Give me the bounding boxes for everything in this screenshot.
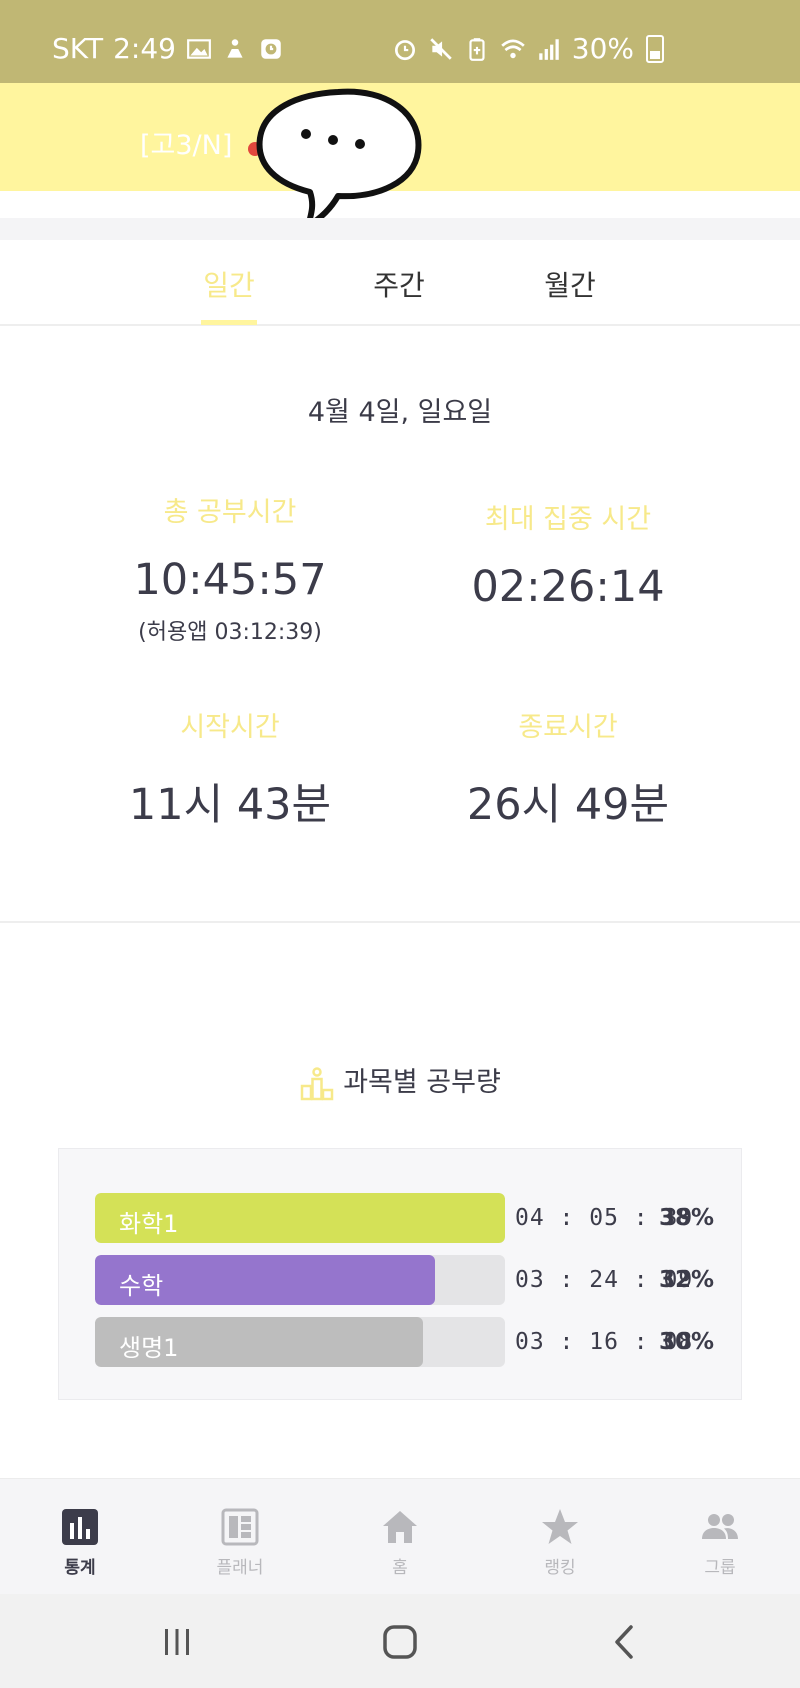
wifi-icon xyxy=(501,39,525,58)
subject-row[interactable]: 화학1 04 : 05 : 39 38% xyxy=(95,1193,715,1245)
sport-icon xyxy=(227,38,243,58)
allowed-app-time: (허용앱 03:12:39) xyxy=(138,620,322,645)
battery-percent: 30% xyxy=(571,32,634,65)
subject-title-text: 과목별 공부량 xyxy=(343,1067,501,1098)
subject-row[interactable]: 수학 03 : 24 : 09 32% xyxy=(95,1255,715,1307)
clock-label: 2:49 xyxy=(113,32,176,65)
mute-icon xyxy=(430,37,452,60)
max-focus-label: 최대 집중 시간 xyxy=(484,504,652,535)
nav-label: 랭킹 xyxy=(544,1558,576,1578)
start-time-value: 11시 43분 xyxy=(128,780,332,830)
max-focus-value: 02:26:14 xyxy=(471,562,665,612)
clock-badge-icon xyxy=(261,38,281,59)
star-icon xyxy=(542,1509,578,1544)
group-icon xyxy=(702,1514,738,1539)
planner-icon xyxy=(221,1508,259,1546)
nav-label: 그룹 xyxy=(704,1558,736,1578)
alarm-icon xyxy=(394,39,415,60)
nav-ranking[interactable]: 랭킹 xyxy=(505,1507,615,1578)
nav-planner[interactable]: 플래너 xyxy=(185,1507,295,1578)
subject-section-title: 과목별 공부량 xyxy=(0,1060,800,1102)
section-spacer xyxy=(0,218,800,240)
nav-label: 홈 xyxy=(392,1558,408,1578)
total-study-value: 10:45:57 xyxy=(133,555,327,605)
end-time-value: 26시 49분 xyxy=(466,780,670,830)
subject-percent: 38% xyxy=(659,1205,715,1231)
battery-saver-icon xyxy=(469,37,485,61)
subject-breakdown-card: 화학1 04 : 05 : 39 38% 수학 03 : 24 : 09 32%… xyxy=(58,1148,742,1400)
tab-daily[interactable]: 일간 xyxy=(179,264,279,304)
recent-apps-icon[interactable] xyxy=(157,1622,197,1662)
nav-home[interactable]: 홈 xyxy=(345,1507,455,1578)
status-bar: SKT 2:49 30% xyxy=(0,0,800,83)
back-icon[interactable] xyxy=(605,1622,645,1662)
speech-bubble-sticker xyxy=(256,88,422,229)
gallery-icon xyxy=(187,38,211,59)
end-time-label: 종료시간 xyxy=(518,712,618,743)
start-time-label: 시작시간 xyxy=(180,712,280,743)
subject-percent: 30% xyxy=(659,1329,715,1355)
period-tabs: 일간 주간 월간 xyxy=(0,240,800,326)
home-button-icon[interactable] xyxy=(380,1622,420,1662)
podium-icon xyxy=(300,1066,334,1100)
subject-percent: 32% xyxy=(659,1267,715,1293)
subject-name: 생명1 xyxy=(119,1334,179,1362)
nav-stats[interactable]: 통계 xyxy=(25,1507,135,1578)
date-label: 4월 4일, 일요일 xyxy=(307,397,493,428)
subject-name: 화학1 xyxy=(119,1210,179,1238)
section-divider xyxy=(0,921,800,923)
group-title[interactable]: [고3/N] xyxy=(140,123,232,162)
nav-label: 플래너 xyxy=(216,1558,264,1578)
status-right: 30% xyxy=(392,32,664,65)
status-left: SKT 2:49 xyxy=(52,32,284,65)
carrier-label: SKT xyxy=(52,32,104,65)
home-icon xyxy=(383,1511,417,1543)
nav-group[interactable]: 그룹 xyxy=(665,1507,775,1578)
tab-weekly[interactable]: 주간 xyxy=(349,264,449,304)
bottom-nav: 통계 플래너 홈 랭킹 그룹 xyxy=(0,1478,800,1594)
tab-monthly[interactable]: 월간 xyxy=(520,264,620,304)
battery-icon xyxy=(646,34,664,63)
subject-row[interactable]: 생명1 03 : 16 : 08 30% xyxy=(95,1317,715,1369)
signal-icon xyxy=(539,38,559,60)
subject-name: 수학 xyxy=(119,1272,164,1300)
bar-chart-icon xyxy=(62,1509,98,1545)
active-tab-indicator xyxy=(201,320,257,325)
system-nav-bar xyxy=(0,1594,800,1688)
nav-label: 통계 xyxy=(64,1558,96,1578)
total-study-label: 총 공부시간 xyxy=(163,497,297,528)
